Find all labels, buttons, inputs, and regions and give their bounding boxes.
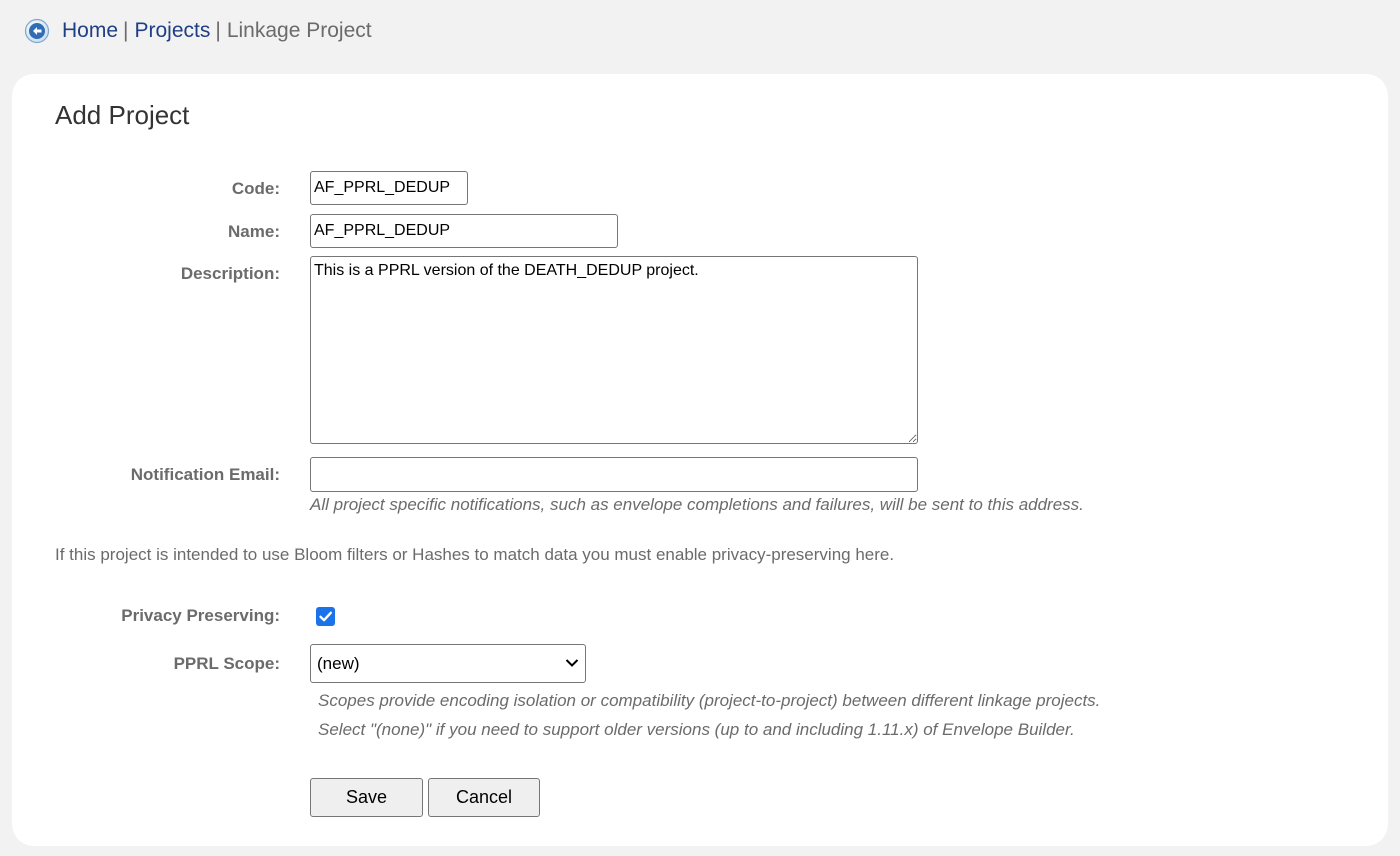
pprl-scope-label: PPRL Scope: — [173, 654, 280, 673]
name-label: Name: — [228, 222, 280, 241]
page-title: Add Project — [55, 100, 190, 130]
chevron-down-icon — [565, 659, 579, 667]
save-button[interactable]: Save — [310, 778, 423, 817]
breadcrumb-current: Linkage Project — [226, 19, 372, 42]
description-textarea[interactable]: This is a PPRL version of the DEATH_DEDU… — [310, 256, 918, 444]
privacy-preserving-label: Privacy Preserving: — [121, 606, 280, 625]
pprl-scope-selected-value: (new) — [317, 654, 360, 673]
privacy-intro-text: If this project is intended to use Bloom… — [55, 545, 895, 564]
checkmark-icon — [319, 611, 332, 622]
breadcrumb: Home | Projects | Linkage Project — [24, 16, 372, 46]
description-label: Description: — [180, 264, 280, 283]
privacy-preserving-checkbox[interactable] — [316, 607, 335, 626]
code-field[interactable] — [310, 171, 468, 205]
notification-email-label: Notification Email: — [130, 465, 280, 484]
arrow-left-circle-icon[interactable] — [24, 18, 50, 44]
add-project-card: Add Project Code: Name: Description: Thi… — [12, 74, 1388, 846]
breadcrumb-separator: | — [123, 19, 129, 42]
name-field[interactable] — [310, 214, 618, 248]
code-label: Code: — [231, 179, 280, 198]
breadcrumb-separator: | — [215, 19, 221, 42]
pprl-scope-select[interactable]: (new) — [310, 644, 586, 683]
cancel-button[interactable]: Cancel — [428, 778, 540, 817]
pprl-scope-hint-1: Scopes provide encoding isolation or com… — [318, 691, 1101, 710]
notification-email-field[interactable] — [310, 457, 918, 492]
notification-email-hint: All project specific notifications, such… — [310, 495, 1084, 514]
breadcrumb-projects-link[interactable]: Projects — [135, 19, 211, 43]
breadcrumb-home-link[interactable]: Home — [62, 19, 118, 43]
pprl-scope-hint-2: Select "(none)" if you need to support o… — [318, 720, 1075, 739]
